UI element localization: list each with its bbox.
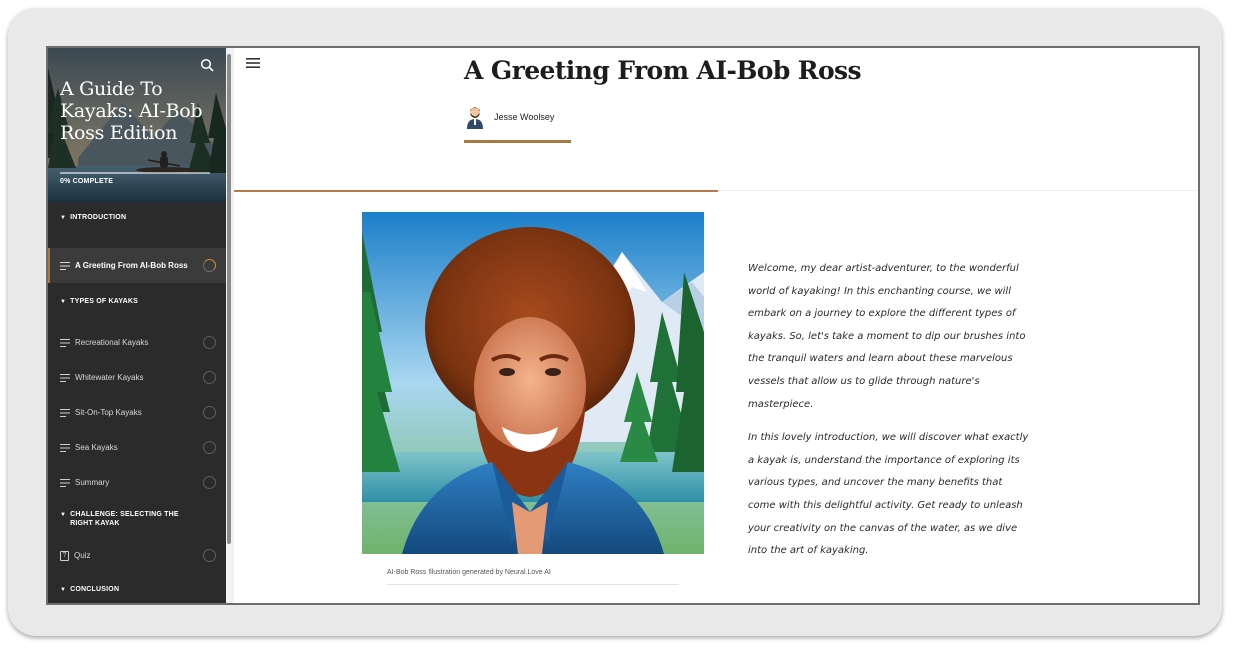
course-progress-text: 0% COMPLETE: [60, 178, 114, 185]
title-underline: [464, 140, 571, 143]
device-frame: A Guide To Kayaks: AI-Bob Ross Edition 0…: [8, 8, 1222, 636]
course-viewer: A Guide To Kayaks: AI-Bob Ross Edition 0…: [46, 46, 1200, 605]
author-avatar: [467, 107, 483, 129]
lesson-label: A Greeting From AI-Bob Ross: [75, 261, 188, 270]
caret-down-icon: ▼: [60, 587, 67, 593]
status-circle-icon: [203, 441, 216, 454]
caret-down-icon: ▼: [60, 299, 67, 305]
paragraph: In this lovely introduction, we will dis…: [748, 432, 1029, 557]
lesson-scroll-progress: [234, 190, 718, 192]
course-progress-bar: [60, 172, 210, 174]
quiz-icon: ?: [60, 550, 69, 561]
lesson-item-sit-on-top-kayaks[interactable]: Sit-On-Top Kayaks: [48, 395, 226, 430]
caret-down-icon: ▼: [60, 215, 67, 221]
status-circle-icon: [203, 406, 216, 419]
section-header-challenge[interactable]: ▼ CHALLENGE: SELECTING THE RIGHT KAYAK: [48, 510, 226, 534]
lesson-label: Quiz: [74, 551, 91, 560]
author-name: Jesse Woolsey: [494, 112, 555, 122]
status-circle-icon: [203, 336, 216, 349]
lesson-label: Sea Kayaks: [75, 443, 118, 452]
lines-icon: [60, 443, 70, 452]
search-icon[interactable]: [200, 58, 214, 72]
sidebar-scrollbar[interactable]: [227, 54, 231, 544]
course-title: A Guide To Kayaks: AI-Bob Ross Edition: [60, 78, 203, 144]
lesson-author: Jesse Woolsey: [466, 105, 554, 129]
lesson-item-sea-kayaks[interactable]: Sea Kayaks: [48, 430, 226, 465]
lines-icon: [60, 408, 70, 417]
progress-ring-icon: [203, 259, 216, 272]
lesson-label: Whitewater Kayaks: [75, 373, 144, 382]
lines-icon: [60, 373, 70, 382]
lesson-figure: AI-Bob Ross Illustration generated by Ne…: [362, 212, 704, 585]
hamburger-menu-icon[interactable]: [246, 57, 260, 69]
lesson-item-summary[interactable]: Summary: [48, 465, 226, 500]
lines-icon: [60, 338, 70, 347]
caret-down-icon: ▼: [60, 512, 67, 518]
lesson-body: Welcome, my dear artist-adventurer, to t…: [748, 258, 1030, 563]
paragraph: Welcome, my dear artist-adventurer, to t…: [748, 263, 1026, 410]
lesson-label: Sit-On-Top Kayaks: [75, 408, 142, 417]
section-title: INTRODUCTION: [70, 214, 127, 221]
section-header-introduction[interactable]: ▼ INTRODUCTION: [48, 213, 226, 241]
image-caption: AI-Bob Ross Illustration generated by Ne…: [387, 569, 679, 585]
section-title: CONCLUSION: [70, 586, 120, 593]
lesson-item-recreational-kayaks[interactable]: Recreational Kayaks: [48, 325, 226, 360]
section-title: CHALLENGE: SELECTING THE RIGHT KAYAK: [70, 511, 179, 527]
lesson-item-greeting[interactable]: A Greeting From AI-Bob Ross: [48, 248, 226, 283]
lesson-item-quiz[interactable]: ? Quiz: [48, 538, 226, 573]
lesson-title: A Greeting From AI-Bob Ross: [464, 56, 862, 85]
lines-icon: [60, 261, 70, 270]
lesson-outline: ▼ INTRODUCTION A Greeting From AI-Bob Ro…: [48, 213, 226, 603]
bob-ross-portrait-image: [362, 212, 704, 554]
lesson-item-whitewater-kayaks[interactable]: Whitewater Kayaks: [48, 360, 226, 395]
status-circle-icon: [203, 476, 216, 489]
status-circle-icon: [203, 549, 216, 562]
section-header-types-of-kayaks[interactable]: ▼ TYPES OF KAYAKS: [48, 297, 226, 315]
course-hero: A Guide To Kayaks: AI-Bob Ross Edition 0…: [48, 48, 226, 203]
lesson-label: Summary: [75, 478, 110, 487]
lines-icon: [60, 478, 70, 487]
course-sidebar: A Guide To Kayaks: AI-Bob Ross Edition 0…: [48, 48, 226, 603]
lesson-content: A Greeting From AI-Bob Ross Jesse Woolse…: [234, 48, 1198, 603]
lesson-label: Recreational Kayaks: [75, 338, 149, 347]
status-circle-icon: [203, 371, 216, 384]
section-header-conclusion[interactable]: ▼ CONCLUSION: [48, 585, 226, 603]
section-title: TYPES OF KAYAKS: [70, 298, 138, 305]
